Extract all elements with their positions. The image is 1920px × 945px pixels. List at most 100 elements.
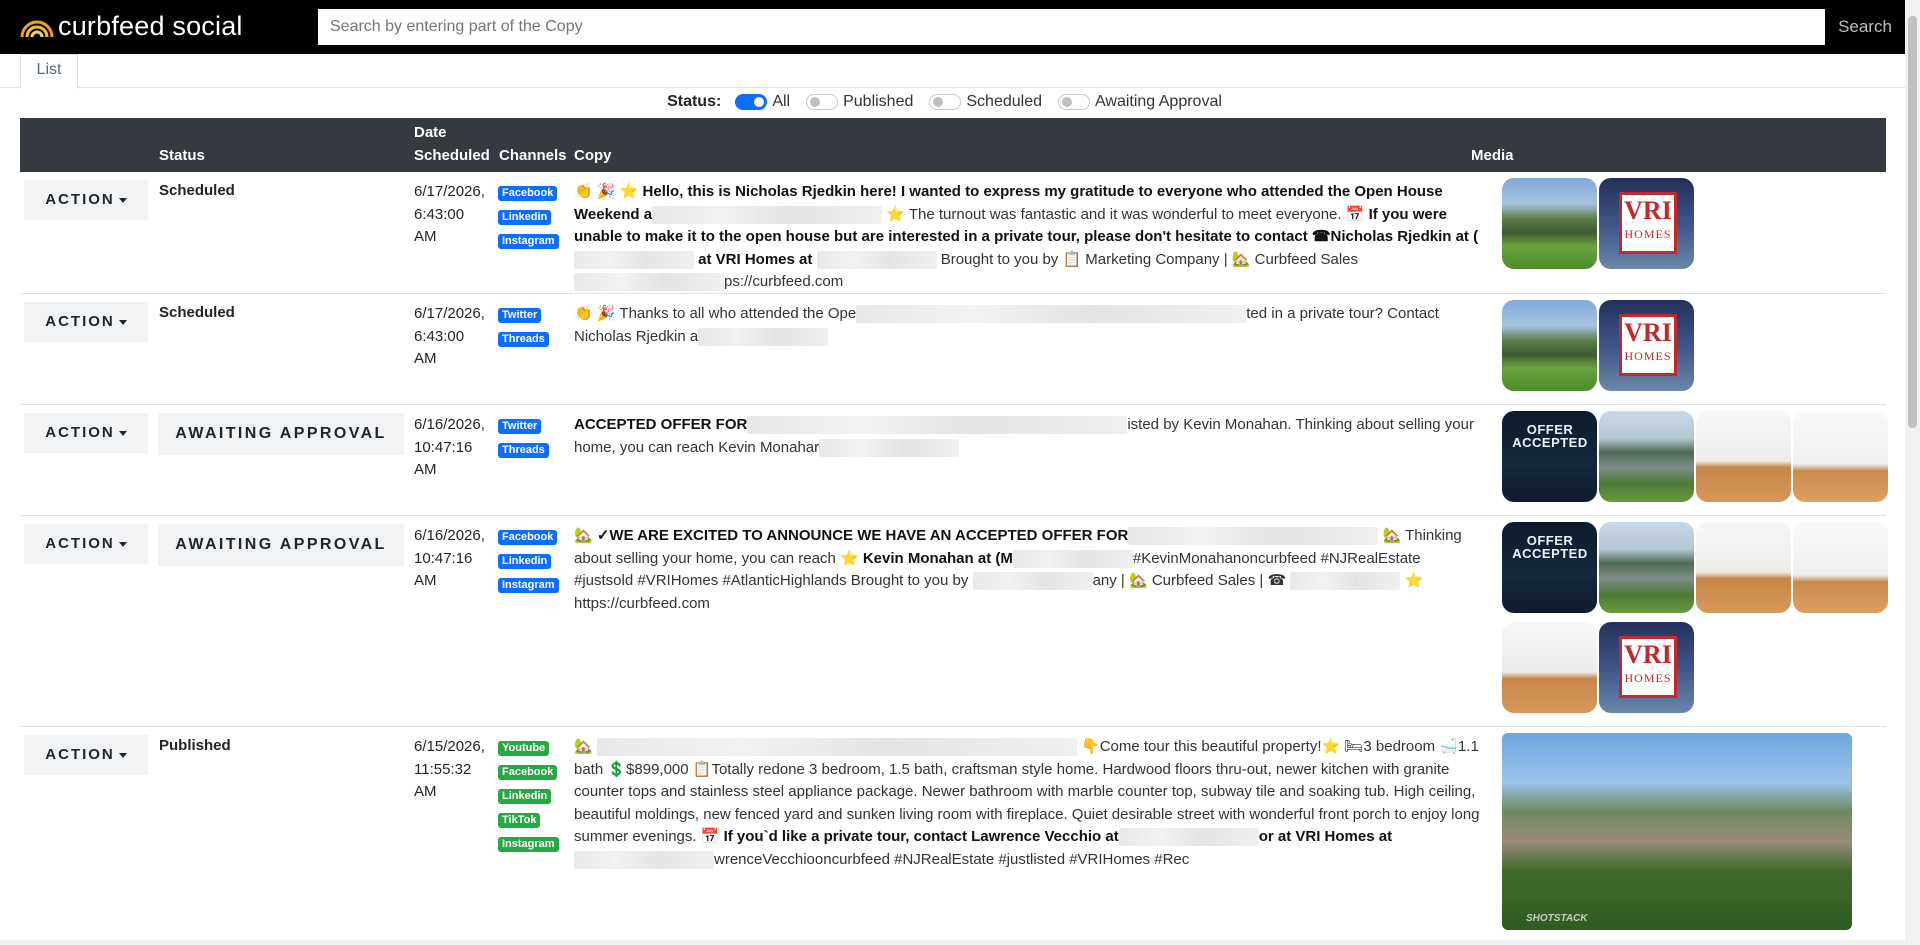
scrollbar-thumb[interactable] (1908, 16, 1917, 428)
media-thumbnail[interactable] (1793, 411, 1888, 502)
search-input[interactable] (318, 9, 1825, 45)
header-media: Media (1471, 147, 1514, 164)
channel-badge-facebook: Facebook (498, 765, 558, 780)
media-thumbnail[interactable]: OFFER ACCEPTED (1502, 522, 1597, 613)
vri-homes-sign: VRI HOMES (1619, 192, 1677, 254)
filter-toggle-all[interactable]: All (735, 93, 790, 111)
post-copy: 🏡 ✓WE ARE EXCITED TO ANNOUNCE WE HAVE AN… (574, 527, 1462, 612)
media-thumbnail[interactable] (1599, 411, 1694, 502)
tab-list[interactable]: List (20, 54, 78, 89)
header-status: Status (159, 147, 205, 164)
date-scheduled: 6/16/2026, 10:47:16 AM (414, 416, 485, 478)
channel-badges: Twitter Threads (498, 305, 562, 353)
channel-badge-threads: Threads (498, 332, 549, 347)
action-button[interactable]: ACTION (24, 302, 148, 342)
channel-badge-youtube: Youtube (498, 741, 550, 756)
filter-label-scheduled: Scheduled (966, 93, 1042, 110)
channel-badges: Facebook Linkedin Instagram (498, 183, 562, 255)
channel-badges: Twitter Threads (498, 416, 562, 464)
media-thumbnail[interactable] (1502, 622, 1597, 713)
post-copy: 👏 🎉 ⭐ Hello, this is Nicholas Rjedkin he… (574, 183, 1479, 292)
channel-badge-linkedin: Linkedin (498, 789, 552, 804)
action-button[interactable]: ACTION (24, 413, 148, 453)
horizontal-scrollbar[interactable] (0, 940, 1905, 945)
shotstack-watermark: SHOTSTACK (1526, 913, 1588, 924)
media-thumbnail[interactable] (1502, 178, 1597, 269)
post-copy: ACCEPTED OFFER FOR isted by Kevin Monahan… (574, 416, 1474, 457)
caret-down-icon (118, 430, 127, 436)
caret-down-icon (118, 541, 127, 547)
status-filter-bar: Status: All Published Scheduled Awaiting… (0, 89, 1905, 115)
filter-label-published: Published (843, 93, 914, 110)
table-row: ACTION AWAITING APPROVAL 6/16/2026, 10:47… (20, 405, 1888, 516)
filter-toggle-scheduled[interactable]: Scheduled (929, 93, 1042, 111)
channel-badge-instagram: Instagram (498, 578, 559, 593)
caret-down-icon (118, 197, 127, 203)
date-scheduled: 6/17/2026, 6:43:00 AM (414, 305, 485, 367)
channel-badges: Youtube Facebook Linkedin TikTok Instagr… (498, 738, 562, 858)
media-thumbnail[interactable] (1599, 522, 1694, 613)
channel-badge-facebook: Facebook (498, 530, 558, 545)
filter-label-all: All (772, 93, 791, 110)
date-scheduled: 6/17/2026, 6:43:00 AM (414, 183, 485, 245)
date-scheduled: 6/15/2026, 11:55:32 AM (414, 738, 485, 800)
filter-label-awaiting-approval: Awaiting Approval (1095, 93, 1222, 110)
media-thumbnail[interactable]: VRI HOMES (1599, 622, 1694, 713)
channel-badge-instagram: Instagram (498, 234, 559, 249)
action-button[interactable]: ACTION (24, 180, 148, 220)
media-thumbnail[interactable] (1793, 522, 1888, 613)
status-badge: AWAITING APPROVAL (158, 524, 404, 566)
table-row: ACTION Scheduled 6/17/2026, 6:43:00 AM Fac… (20, 172, 1886, 294)
brand-name: curbfeed social (58, 10, 243, 41)
channel-badge-tiktok: TikTok (498, 813, 541, 828)
search-button[interactable]: Search (1825, 9, 1905, 45)
media-thumbnail[interactable] (1696, 411, 1791, 502)
table-header: Status Date Scheduled Channels Copy Medi… (20, 118, 1886, 172)
media-thumbnail[interactable]: VRI HOMES (1599, 178, 1694, 269)
table-row: ACTION AWAITING APPROVAL 6/16/2026, 10:47… (20, 516, 1888, 727)
brand-logo-icon (18, 9, 56, 43)
vri-homes-sign: VRI HOMES (1619, 314, 1677, 376)
status-filter-label: Status: (667, 93, 722, 110)
brand[interactable]: curbfeed social (18, 6, 243, 46)
media-thumbnail[interactable]: OFFER ACCEPTED (1502, 411, 1597, 502)
table-row: ACTION Published 6/15/2026, 11:55:32 AM Yo… (20, 727, 1886, 945)
channel-badge-instagram: Instagram (498, 837, 559, 852)
action-button[interactable]: ACTION (24, 735, 148, 775)
post-copy: 👏 🎉 Thanks to all who attended the Ope te… (574, 305, 1439, 346)
offer-accepted-text: OFFER ACCEPTED (1512, 533, 1588, 561)
channel-badge-linkedin: Linkedin (498, 554, 552, 569)
vri-homes-sign: VRI HOMES (1619, 636, 1677, 698)
caret-down-icon (118, 319, 127, 325)
status-text: Scheduled (159, 182, 235, 199)
channel-badge-threads: Threads (498, 443, 549, 458)
caret-down-icon (118, 752, 127, 758)
header-date-line2: Scheduled (414, 147, 490, 164)
media-thumbnail[interactable] (1696, 522, 1791, 613)
media-thumbnail[interactable]: VRI HOMES (1599, 300, 1694, 391)
filter-toggle-awaiting-approval[interactable]: Awaiting Approval (1058, 93, 1222, 111)
vertical-scrollbar[interactable] (1905, 0, 1920, 945)
offer-accepted-text: OFFER ACCEPTED (1512, 422, 1588, 450)
filter-toggle-published[interactable]: Published (806, 93, 913, 111)
status-text: Published (159, 737, 231, 754)
header-channels: Channels (499, 147, 567, 164)
table-row: ACTION Scheduled 6/17/2026, 6:43:00 AM Twi… (20, 294, 1886, 405)
media-thumbnail[interactable]: SHOTSTACK (1502, 733, 1852, 930)
post-copy: 🏡 👇Come tour this beautiful property!⭐ 🛏… (574, 738, 1480, 869)
channel-badge-twitter: Twitter (498, 419, 542, 434)
channel-badge-facebook: Facebook (498, 186, 558, 201)
header-copy: Copy (574, 147, 612, 164)
channel-badges: Facebook Linkedin Instagram (498, 527, 562, 599)
status-badge: AWAITING APPROVAL (158, 413, 404, 455)
posts-table: Status Date Scheduled Channels Copy Medi… (20, 118, 1888, 945)
action-button[interactable]: ACTION (24, 524, 148, 564)
top-navbar: curbfeed social Search (0, 0, 1920, 54)
media-thumbnail[interactable] (1502, 300, 1597, 391)
channel-badge-twitter: Twitter (498, 308, 542, 323)
channel-badge-linkedin: Linkedin (498, 210, 552, 225)
header-date-line1: Date (414, 124, 447, 141)
status-text: Scheduled (159, 304, 235, 321)
tab-bar: List (0, 54, 1905, 89)
date-scheduled: 6/16/2026, 10:47:16 AM (414, 527, 485, 589)
